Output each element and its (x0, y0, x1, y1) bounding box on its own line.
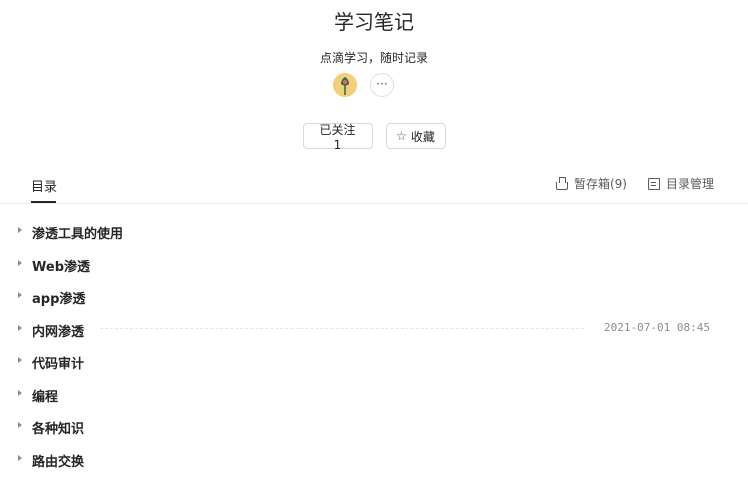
tab-toc[interactable]: 目录 (31, 176, 57, 195)
toc-item[interactable]: 路由交换 (0, 443, 748, 475)
tray-icon (555, 176, 568, 190)
toc-item-label: 代码审计 (32, 357, 85, 372)
drafts-label: 暂存箱(9) (573, 177, 627, 191)
more-members-button[interactable]: ··· (370, 73, 394, 97)
toc-item-label: 内网渗透 (32, 324, 85, 340)
toc-item[interactable]: 编程 (0, 378, 748, 410)
toc-item[interactable]: 各种知识 (0, 410, 748, 442)
toc-item[interactable]: app渗透 (0, 280, 748, 312)
caret-right-icon[interactable] (18, 357, 22, 363)
toc-item-label: 编程 (32, 389, 59, 405)
avatar-image (333, 73, 357, 97)
drafts-button[interactable]: 暂存箱(9) (555, 175, 627, 192)
toc-item-label: Web渗透 (32, 259, 90, 275)
caret-right-icon[interactable] (18, 324, 22, 331)
toc-manage-button[interactable]: 目录管理 (647, 175, 714, 192)
toc-item-label: app渗透 (32, 292, 86, 307)
caret-right-icon[interactable] (18, 389, 22, 396)
tab-actions: 暂存箱(9) 目录管理 (555, 175, 714, 192)
tab-active-indicator (31, 201, 56, 203)
caret-right-icon[interactable] (18, 454, 22, 461)
follow-button[interactable]: 已关注 1 (302, 122, 373, 152)
toc-leader-line (100, 327, 584, 329)
caret-right-icon[interactable] (18, 227, 22, 233)
avatar[interactable] (333, 73, 357, 97)
caret-right-icon[interactable] (18, 292, 22, 298)
book-title: 学习笔记 (334, 10, 414, 34)
toc-item[interactable]: Web渗透 (0, 248, 748, 280)
list-box-icon (647, 177, 660, 190)
caret-right-icon[interactable] (18, 422, 22, 428)
toc-item-label: 渗透工具的使用 (32, 227, 124, 242)
follow-button-label: 已关注 1 (319, 122, 356, 152)
star-outline-icon: ☆ (396, 129, 407, 143)
book-description: 点滴学习，随时记录 (319, 51, 428, 65)
toc-item-label: 路由交换 (32, 454, 85, 470)
toc-item[interactable]: 内网渗透 2021-07-01 08:45 (0, 313, 748, 345)
caret-right-icon[interactable] (18, 259, 22, 266)
toc-manage-label: 目录管理 (665, 177, 714, 191)
toc-item-date: 2021-07-01 08:45 (604, 320, 710, 334)
tab-bar: 目录 暂存箱(9) 目录管理 (0, 165, 748, 204)
collect-button-label: 收藏 (410, 129, 435, 144)
toc-item[interactable]: 代码审计 (0, 345, 748, 377)
book-actions: 已关注 1 ☆ 收藏 (0, 122, 748, 152)
toc-item-label: 各种知识 (32, 422, 85, 437)
toc-item[interactable]: 渗透工具的使用 (0, 215, 748, 247)
members-row: ··· (333, 73, 394, 97)
collect-button[interactable]: ☆ 收藏 (385, 123, 446, 149)
